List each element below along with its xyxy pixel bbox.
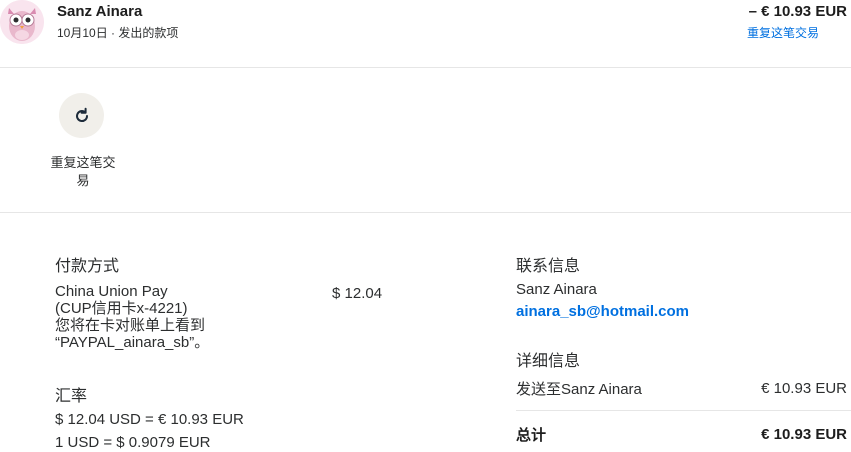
transaction-amount: – € 10.93 EUR: [748, 3, 847, 20]
payment-method-line: China Union Pay: [55, 283, 168, 300]
repeat-transaction-label: 重复这笔交易: [50, 155, 116, 188]
contact-info-title: 联系信息: [516, 258, 581, 275]
payment-method-line: “PAYPAL_ainara_sb”。: [55, 334, 210, 351]
contact-email-link[interactable]: ainara_sb@hotmail.com: [516, 303, 689, 320]
details-title: 详细信息: [516, 353, 581, 370]
sent-to-label: 发送至Sanz Ainara: [516, 381, 642, 398]
payment-method-title: 付款方式: [55, 258, 120, 275]
transaction-date-type: 10月10日 · 发出的款项: [57, 26, 179, 40]
payment-method-line: 您将在卡对账单上看到: [55, 317, 206, 334]
payment-method-details: China Union Pay (CUP信用卡x-4221) 您将在卡对账单上看…: [55, 283, 315, 351]
payment-amount: $ 12.04: [332, 285, 383, 302]
total-amount: € 10.93 EUR: [761, 426, 847, 443]
payment-method-line: (CUP信用卡x-4221): [55, 300, 188, 317]
exchange-conversion: $ 12.04 USD = € 10.93 EUR: [55, 411, 244, 428]
contact-name: Sanz Ainara: [516, 281, 597, 298]
exchange-rate-title: 汇率: [55, 388, 88, 405]
avatar: [0, 0, 44, 44]
details-divider: [516, 410, 851, 411]
exchange-rate-value: 1 USD = $ 0.9079 EUR: [55, 434, 211, 451]
sent-to-amount: € 10.93 EUR: [761, 380, 847, 397]
owl-avatar-icon: [0, 0, 44, 44]
repeat-transaction-button[interactable]: [59, 93, 104, 138]
repeat-transaction-link[interactable]: 重复这笔交易: [747, 24, 819, 41]
merchant-name: Sanz Ainara: [57, 3, 143, 20]
total-label: 总计: [516, 427, 547, 444]
refresh-icon: [75, 107, 88, 122]
action-bar: 重复这笔交易: [0, 68, 851, 213]
transaction-header: Sanz Ainara 10月10日 · 发出的款项 – € 10.93 EUR…: [0, 0, 851, 68]
